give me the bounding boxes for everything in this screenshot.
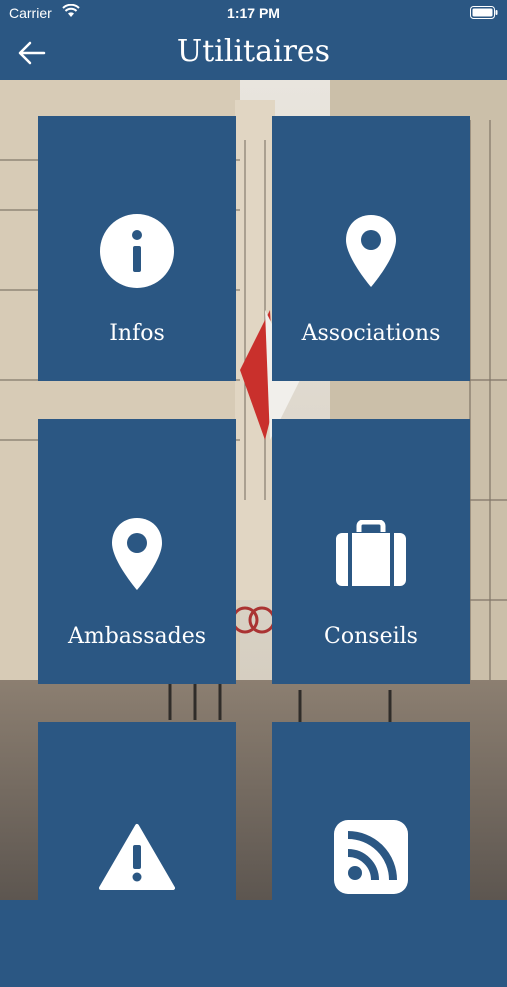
- location-pin-icon: [112, 518, 162, 590]
- status-bar: Carrier 1:17 PM: [0, 0, 507, 28]
- clock: 1:17 PM: [227, 5, 280, 21]
- battery-icon: [470, 6, 498, 19]
- tile-label: Ambassades: [67, 624, 207, 649]
- warning-icon: [99, 824, 175, 890]
- suitcase-icon: [336, 520, 406, 586]
- tile-conseils[interactable]: Conseils: [272, 419, 470, 684]
- tile-infos[interactable]: Infos: [38, 116, 236, 381]
- page-title: Utilitaires: [176, 34, 331, 69]
- rss-feed-icon: [334, 820, 408, 894]
- tile-ambassades[interactable]: Ambassades: [38, 419, 236, 684]
- tile-associations[interactable]: Associations: [272, 116, 470, 381]
- info-icon: [100, 214, 174, 288]
- nav-bar: Utilitaires: [0, 28, 507, 80]
- tile-label: Infos: [109, 321, 165, 346]
- tile-alerts[interactable]: [38, 722, 236, 987]
- tile-label: Conseils: [324, 624, 418, 649]
- tile-news-feed[interactable]: [272, 722, 470, 987]
- location-pin-icon: [346, 215, 396, 287]
- tile-label: Associations: [301, 321, 441, 346]
